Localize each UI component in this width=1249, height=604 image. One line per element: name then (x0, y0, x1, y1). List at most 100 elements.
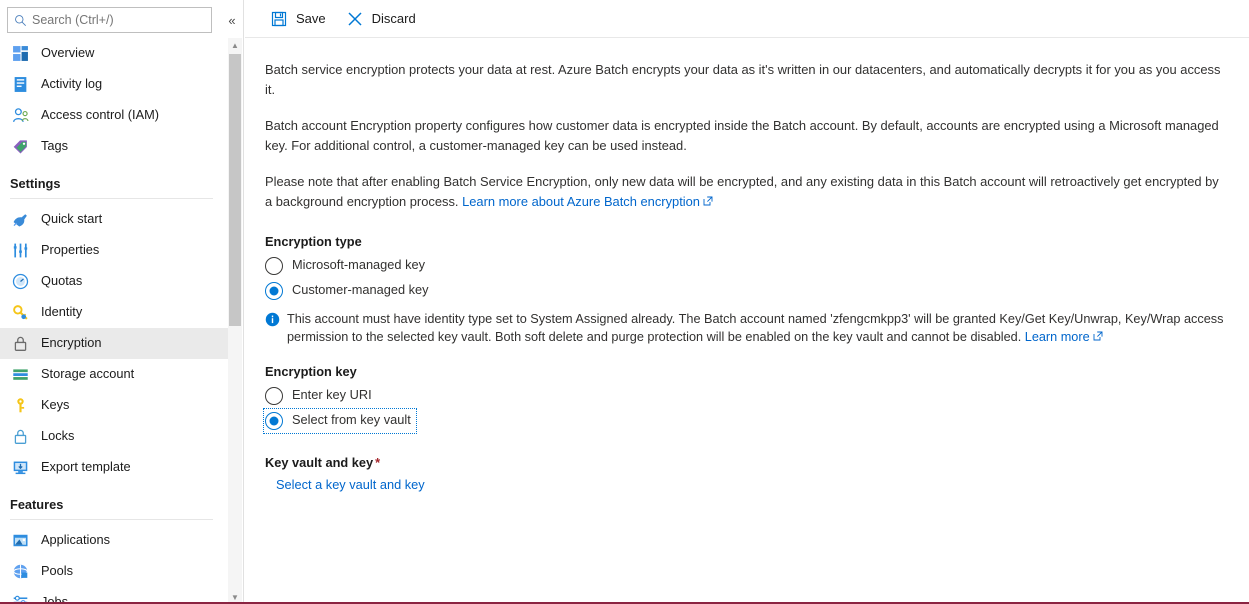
encryption-lock-icon (10, 334, 31, 354)
sidebar-scrollbar[interactable]: ▲ ▼ (228, 38, 242, 604)
radio-customer-managed-key-control[interactable] (265, 282, 283, 300)
sidebar-item-label: Keys (41, 399, 69, 412)
sidebar-item-access-control-iam[interactable]: Access control (IAM) (0, 100, 230, 131)
sidebar-section-settings: Settings (0, 162, 230, 204)
sidebar-item-tags[interactable]: Tags (0, 131, 230, 162)
sidebar-item-label: Identity (41, 306, 82, 319)
encryption-type-group: Encryption type Microsoft-managed key Cu… (265, 234, 1229, 346)
sidebar-item-label: Overview (41, 47, 94, 60)
sidebar-section-divider (10, 519, 213, 520)
quotas-icon (10, 272, 31, 292)
sidebar-item-overview[interactable]: Overview (0, 38, 230, 69)
sidebar-item-keys[interactable]: Keys (0, 390, 230, 421)
external-link-icon (703, 192, 713, 212)
sidebar-item-label: Access control (IAM) (41, 109, 159, 122)
key-vault-and-key-label: Key vault and key* (265, 455, 1229, 470)
sidebar-item-label: Export template (41, 461, 131, 474)
quick-start-icon (10, 210, 31, 230)
activity-log-icon (10, 75, 31, 95)
encryption-settings-content: Batch service encryption protects your d… (245, 38, 1249, 494)
radio-enter-key-uri-label: Enter key URI (292, 389, 372, 402)
sidebar-item-locks[interactable]: Locks (0, 421, 230, 452)
intro-paragraph-3-text: Please note that after enabling Batch Se… (265, 174, 1219, 209)
sidebar-item-quotas[interactable]: Quotas (0, 266, 230, 297)
info-circle-icon (265, 312, 281, 328)
sidebar-item-activity-log[interactable]: Activity log (0, 69, 230, 100)
overview-icon (10, 44, 31, 64)
sidebar-item-pools[interactable]: Pools (0, 556, 230, 587)
collapse-menu-button[interactable]: « (222, 10, 242, 30)
save-button-label: Save (296, 12, 326, 25)
applications-icon (10, 531, 31, 551)
locks-icon (10, 427, 31, 447)
jobs-icon (10, 593, 31, 604)
tags-icon (10, 137, 31, 157)
sidebar-item-label: Encryption (41, 337, 101, 350)
main-content-area: Save Discard Batch service encryption pr… (245, 0, 1249, 604)
sidebar-item-label: Jobs (41, 596, 68, 604)
sidebar-item-quick-start[interactable]: Quick start (0, 204, 230, 235)
scrollbar-down-arrow[interactable]: ▼ (228, 590, 242, 604)
scrollbar-thumb[interactable] (229, 54, 241, 326)
search-icon (8, 8, 32, 32)
sidebar-item-applications[interactable]: Applications (0, 525, 230, 556)
keys-icon (10, 396, 31, 416)
command-toolbar: Save Discard (245, 0, 1249, 38)
sidebar-item-properties[interactable]: Properties (0, 235, 230, 266)
sidebar-item-jobs[interactable]: Jobs (0, 587, 230, 604)
learn-more-cmk-link[interactable]: Learn more (1025, 330, 1090, 344)
encryption-key-group: Encryption key Enter key URI Select from… (265, 364, 1229, 433)
radio-microsoft-managed-key-control[interactable] (265, 257, 283, 275)
radio-customer-managed-key[interactable]: Customer-managed key (265, 278, 429, 303)
access-control-icon (10, 106, 31, 126)
sidebar-item-label: Activity log (41, 78, 102, 91)
properties-icon (10, 241, 31, 261)
export-template-icon (10, 458, 31, 478)
sidebar-item-export-template[interactable]: Export template (0, 452, 230, 483)
radio-enter-key-uri[interactable]: Enter key URI (265, 383, 372, 408)
radio-microsoft-managed-key[interactable]: Microsoft-managed key (265, 253, 425, 278)
sidebar-item-identity[interactable]: Identity (0, 297, 230, 328)
sidebar-item-label: Pools (41, 565, 73, 578)
resource-menu-sidebar: Search (Ctrl+/) « Overview Activity log Ac… (0, 0, 244, 604)
sidebar-item-encryption[interactable]: Encryption (0, 328, 230, 359)
intro-paragraph-2: Batch account Encryption property config… (265, 116, 1229, 156)
learn-more-batch-encryption-link[interactable]: Learn more about Azure Batch encryption (462, 194, 700, 209)
sidebar-section-divider (10, 198, 213, 199)
sidebar-item-label: Quick start (41, 213, 102, 226)
identity-requirement-note-text: This account must have identity type set… (287, 310, 1229, 346)
radio-select-from-key-vault[interactable]: Select from key vault (265, 408, 415, 433)
intro-paragraph-1: Batch service encryption protects your d… (265, 60, 1229, 100)
sidebar-section-title: Features (10, 497, 230, 512)
encryption-key-label: Encryption key (265, 364, 1229, 379)
sidebar-item-storage-account[interactable]: Storage account (0, 359, 230, 390)
sidebar-item-label: Storage account (41, 368, 134, 381)
search-input[interactable]: Search (Ctrl+/) (7, 7, 212, 33)
sidebar-item-label: Quotas (41, 275, 82, 288)
save-button[interactable]: Save (265, 4, 335, 34)
azure-portal-encryption-page: Search (Ctrl+/) « Overview Activity log Ac… (0, 0, 1249, 604)
select-key-vault-and-key-link[interactable]: Select a key vault and key (276, 477, 425, 492)
radio-select-from-key-vault-control[interactable] (265, 412, 283, 430)
sidebar-section-features: Features (0, 483, 230, 525)
radio-enter-key-uri-control[interactable] (265, 387, 283, 405)
sidebar-item-label: Tags (41, 140, 68, 153)
sidebar-item-label: Properties (41, 244, 99, 257)
encryption-type-label: Encryption type (265, 234, 1229, 249)
select-key-vault-wrap: Select a key vault and key (265, 476, 1229, 494)
sidebar-search-row: Search (Ctrl+/) « (0, 7, 244, 33)
scrollbar-up-arrow[interactable]: ▲ (228, 38, 242, 52)
key-vault-and-key-label-text: Key vault and key (265, 455, 373, 470)
storage-account-icon (10, 365, 31, 385)
radio-customer-managed-key-label: Customer-managed key (292, 284, 429, 297)
radio-microsoft-managed-key-label: Microsoft-managed key (292, 259, 425, 272)
discard-button-label: Discard (372, 12, 416, 25)
discard-x-icon (344, 9, 366, 29)
identity-requirement-note: This account must have identity type set… (265, 310, 1229, 346)
radio-select-from-key-vault-label: Select from key vault (292, 414, 411, 427)
sidebar-item-label: Locks (41, 430, 74, 443)
identity-icon (10, 303, 31, 323)
key-vault-and-key-group: Key vault and key* Select a key vault an… (265, 455, 1229, 494)
discard-button[interactable]: Discard (341, 4, 425, 34)
sidebar-nav-list: Overview Activity log Access control (IAM)… (0, 38, 230, 604)
